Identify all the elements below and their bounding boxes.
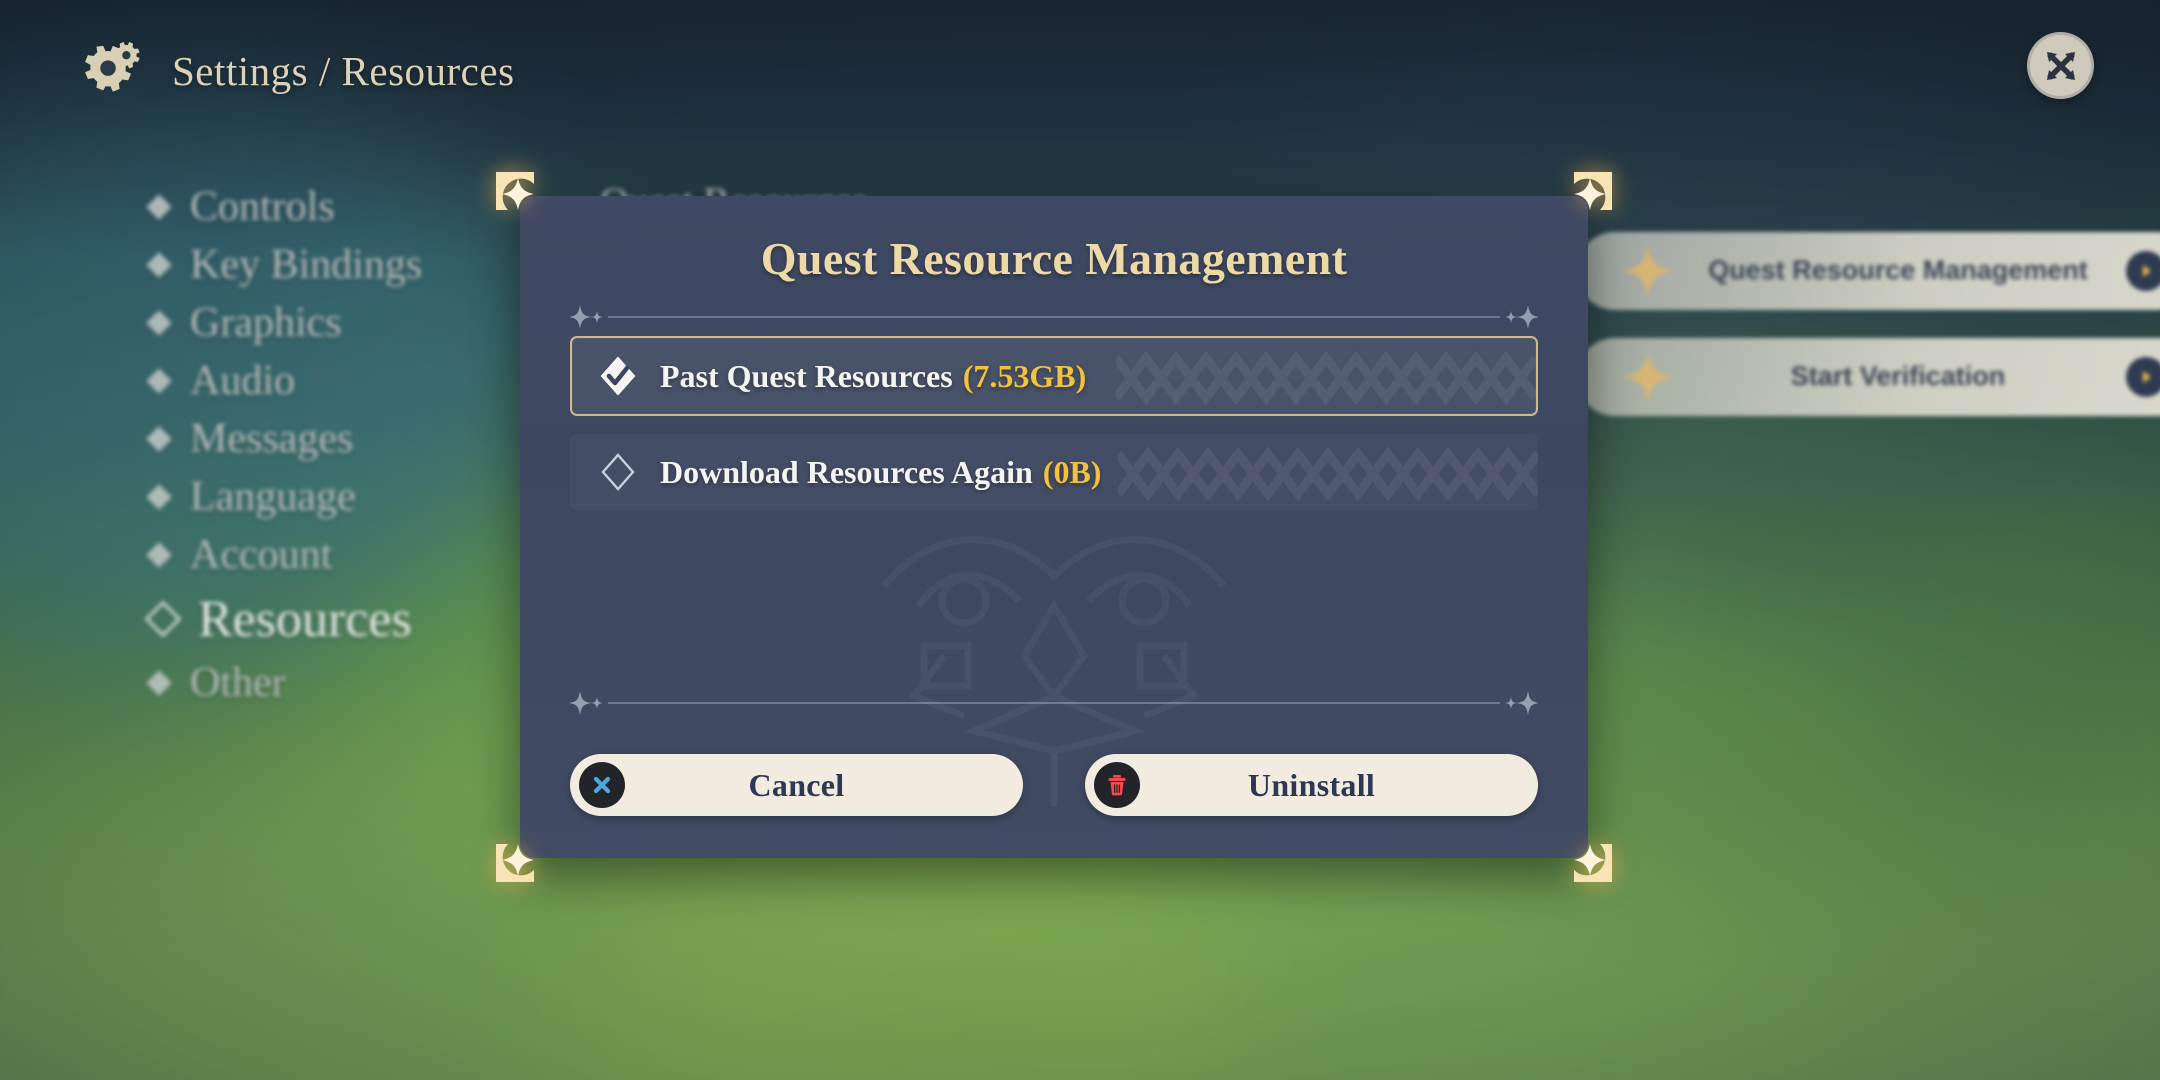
sidebar-item-label: Key Bindings	[190, 242, 423, 288]
dialog-actions: Cancel Uninstall	[570, 754, 1538, 816]
cancel-button[interactable]: Cancel	[570, 754, 1023, 816]
sparkle-icon	[1504, 691, 1540, 715]
resource-options-list: Past Quest Resources (7.53GB) Download R…	[570, 336, 1538, 510]
close-icon	[2041, 46, 2081, 86]
option-label: Download Resources Again	[660, 453, 1033, 490]
sparkle-icon	[1620, 349, 1676, 405]
sidebar-item-label: Controls	[190, 184, 335, 230]
gear-icon	[78, 40, 140, 102]
diamond-bullet-icon	[146, 368, 172, 394]
diamond-unchecked-icon	[598, 452, 638, 492]
sidebar-item-language[interactable]: Language	[146, 468, 570, 526]
sparkle-icon	[568, 691, 604, 715]
sidebar-item-label: Account	[190, 532, 333, 578]
sparkle-icon	[1620, 243, 1676, 299]
divider-bottom	[568, 690, 1540, 716]
sidebar-item-messages[interactable]: Messages	[146, 410, 570, 468]
sidebar-item-resources[interactable]: Resources	[144, 584, 570, 654]
diamond-bullet-icon	[146, 484, 172, 510]
breadcrumb: Settings / Resources	[172, 48, 515, 94]
sidebar-item-label: Messages	[190, 416, 354, 462]
sidebar-item-controls[interactable]: Controls	[146, 178, 570, 236]
divider-top	[568, 304, 1540, 330]
sidebar-item-label: Other	[190, 660, 286, 706]
settings-sidebar: Controls Key Bindings Graphics Audio Mes…	[144, 178, 570, 712]
sidebar-item-audio[interactable]: Audio	[146, 352, 570, 410]
divider-line	[608, 702, 1500, 704]
quest-resource-management-button[interactable]: Quest Resource Management	[1576, 232, 2160, 310]
option-size: (0B)	[1042, 453, 1102, 490]
option-download-resources-again[interactable]: Download Resources Again (0B)	[570, 434, 1538, 510]
diamond-bullet-icon	[146, 310, 172, 336]
uninstall-button[interactable]: Uninstall	[1085, 754, 1538, 816]
diamond-checked-icon	[598, 356, 638, 396]
diamond-bullet-icon	[144, 600, 182, 638]
close-button[interactable]	[2027, 32, 2094, 99]
cancel-label: Cancel	[748, 766, 845, 803]
sidebar-item-label: Language	[190, 474, 356, 520]
diamond-bullet-icon	[146, 252, 172, 278]
lattice-texture	[1114, 434, 1538, 510]
option-label: Past Quest Resources	[660, 357, 953, 394]
dialog-title: Quest Resource Management	[760, 233, 1348, 284]
start-verification-button[interactable]: Start Verification	[1576, 338, 2160, 416]
sidebar-item-label: Audio	[190, 358, 295, 404]
option-size: (7.53GB)	[962, 357, 1087, 394]
quest-resource-dialog: Quest Resource Management Past Quest Res…	[496, 172, 1612, 882]
app-root: Settings / Resources Controls Key Bindin…	[0, 0, 2160, 1080]
bg-button-label: Start Verification	[1790, 361, 2006, 392]
chevron-right-icon	[2126, 357, 2160, 397]
divider-line	[608, 316, 1500, 318]
sidebar-item-graphics[interactable]: Graphics	[146, 294, 570, 352]
option-past-quest-resources[interactable]: Past Quest Resources (7.53GB)	[570, 336, 1538, 416]
sidebar-item-other[interactable]: Other	[146, 654, 570, 712]
diamond-bullet-icon	[146, 426, 172, 452]
sidebar-item-account[interactable]: Account	[146, 526, 570, 584]
background-action-list: Quest Resource Management Start Verifica…	[1576, 232, 2160, 444]
chevron-right-icon	[2126, 251, 2160, 291]
diamond-bullet-icon	[146, 194, 172, 220]
sidebar-item-label: Graphics	[190, 300, 342, 346]
sparkle-icon	[1504, 305, 1540, 329]
sidebar-item-label: Resources	[198, 590, 412, 648]
diamond-bullet-icon	[146, 670, 172, 696]
lattice-texture	[1112, 338, 1536, 414]
uninstall-label: Uninstall	[1247, 766, 1376, 803]
settings-header: Settings / Resources	[78, 40, 515, 102]
sparkle-icon	[568, 305, 604, 329]
close-x-icon	[579, 762, 625, 808]
diamond-bullet-icon	[146, 542, 172, 568]
sidebar-item-key-bindings[interactable]: Key Bindings	[146, 236, 570, 294]
bg-button-label: Quest Resource Management	[1708, 255, 2088, 286]
trash-icon	[1094, 762, 1140, 808]
